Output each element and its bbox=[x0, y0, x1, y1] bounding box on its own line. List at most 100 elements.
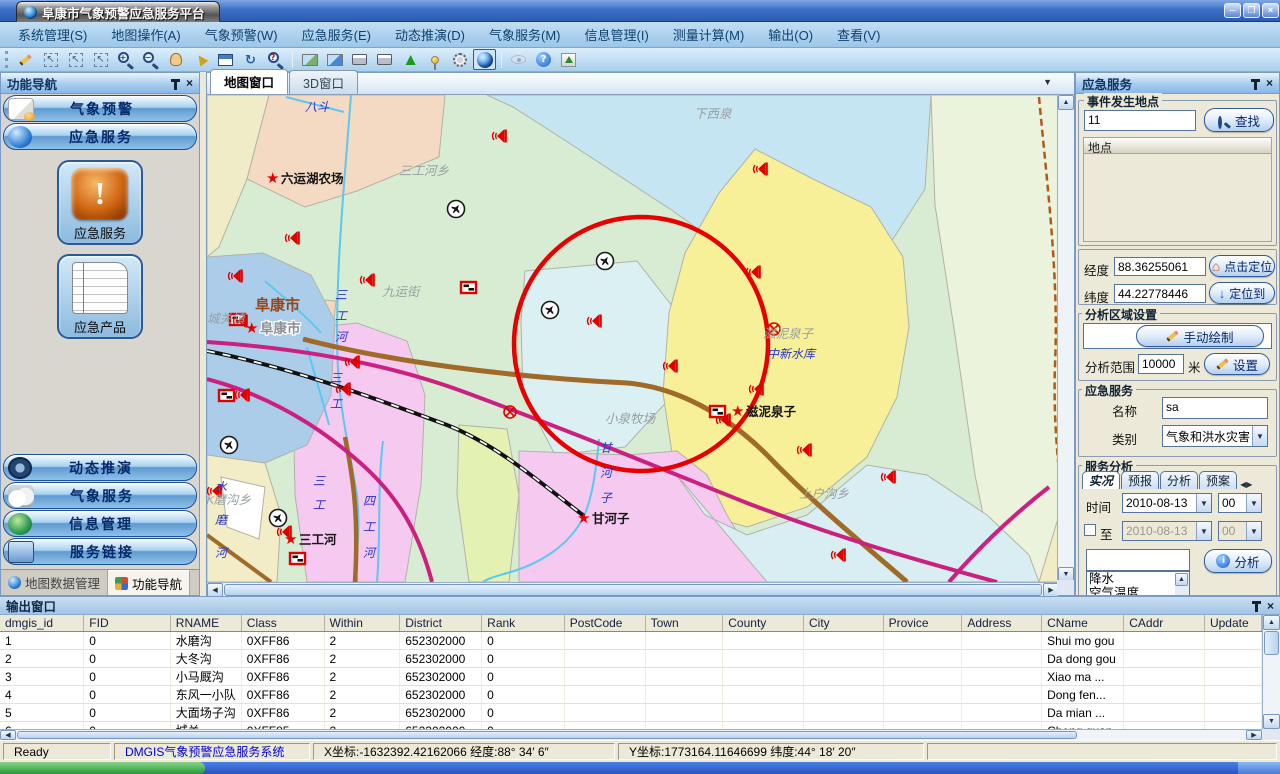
column-header-Update[interactable]: Update bbox=[1204, 615, 1261, 632]
settings-gear-icon[interactable] bbox=[448, 49, 471, 70]
element-list-scrollbar[interactable]: ▲ ▼ bbox=[1175, 573, 1189, 596]
menu-item-7[interactable]: 信息管理(I) bbox=[575, 22, 659, 47]
nav-item-bottom-2[interactable]: 气象服务 bbox=[3, 482, 197, 509]
panel-tab-1[interactable]: 地图数据管理 bbox=[1, 570, 108, 595]
select-polygon-icon[interactable]: ↖ bbox=[64, 49, 87, 70]
attribute-table[interactable]: dmgis_idFIDRNAMEClassWithinDistrictRankP… bbox=[0, 615, 1262, 729]
scroll-left-icon[interactable]: ◀ bbox=[207, 583, 223, 597]
scroll-thumb[interactable] bbox=[17, 731, 1077, 739]
analysis-tab-4[interactable]: 预案 bbox=[1199, 471, 1237, 489]
analyze-button[interactable]: i 分析 bbox=[1204, 549, 1272, 573]
analysis-tab-2[interactable]: 预报 bbox=[1121, 471, 1159, 489]
nav-item-top-2[interactable]: 应急服务 bbox=[3, 123, 197, 150]
chevron-down-icon[interactable]: ▼ bbox=[1246, 522, 1261, 540]
globe-3d-icon[interactable] bbox=[473, 49, 496, 70]
to-checkbox[interactable] bbox=[1084, 524, 1096, 536]
menu-item-8[interactable]: 测量计算(M) bbox=[663, 22, 755, 47]
close-icon[interactable]: × bbox=[186, 78, 193, 88]
close-button[interactable]: × bbox=[1262, 3, 1279, 18]
scroll-thumb[interactable] bbox=[224, 584, 1042, 596]
column-header-RNAME[interactable]: RNAME bbox=[170, 615, 241, 632]
column-header-Within[interactable]: Within bbox=[324, 615, 400, 632]
tab-scroll-arrows[interactable]: ◀▶ bbox=[1238, 477, 1252, 489]
scroll-down-icon[interactable]: ▼ bbox=[1263, 714, 1280, 729]
set-range-button[interactable]: 设置 bbox=[1204, 353, 1270, 375]
locate-click-button[interactable]: ⌂点击定位 bbox=[1209, 255, 1275, 277]
locate-to-button[interactable]: ↓定位到 bbox=[1209, 282, 1275, 304]
pin-icon[interactable] bbox=[171, 79, 180, 88]
chevron-down-icon[interactable]: ▼ bbox=[1246, 494, 1261, 512]
map-vertical-scrollbar[interactable]: ▲ ▼ bbox=[1057, 95, 1074, 582]
print-icon[interactable] bbox=[348, 49, 371, 70]
maximize-button[interactable]: ❐ bbox=[1243, 3, 1260, 18]
measure-pencil-icon[interactable] bbox=[14, 49, 37, 70]
type-select[interactable]: 气象和洪水灾害▼ bbox=[1162, 425, 1268, 447]
select-rect-icon[interactable]: ↖ bbox=[39, 49, 62, 70]
pin-icon[interactable] bbox=[1252, 601, 1261, 610]
zoom-out-icon[interactable]: − bbox=[139, 49, 162, 70]
column-header-City[interactable]: City bbox=[803, 615, 883, 632]
panel-tab-2[interactable]: 功能导航 bbox=[108, 570, 190, 595]
scroll-thumb[interactable] bbox=[1264, 631, 1279, 655]
map-tab-1[interactable]: 地图窗口 bbox=[210, 69, 288, 94]
longitude-input[interactable]: 88.36255061 bbox=[1114, 257, 1206, 276]
column-header-FID[interactable]: FID bbox=[84, 615, 171, 632]
help-icon[interactable]: ? bbox=[532, 49, 555, 70]
column-header-District[interactable]: District bbox=[400, 615, 482, 632]
zoom-query-icon[interactable]: ? bbox=[264, 49, 287, 70]
scroll-up-icon[interactable]: ▲ bbox=[1058, 95, 1074, 110]
chevron-down-icon[interactable]: ▼ bbox=[1196, 522, 1211, 540]
eye-icon[interactable] bbox=[507, 49, 530, 70]
table-row[interactable]: 40东风一小队0XFF8626523020000Dong fen... bbox=[0, 686, 1262, 704]
place-list[interactable] bbox=[1083, 154, 1272, 242]
shortcut-1[interactable]: 应急服务 bbox=[57, 160, 143, 245]
column-header-Town[interactable]: Town bbox=[645, 615, 723, 632]
date-select[interactable]: 2010-08-13▼ bbox=[1122, 493, 1212, 513]
column-header-CAddr[interactable]: CAddr bbox=[1124, 615, 1205, 632]
chevron-down-icon[interactable]: ▼ bbox=[1252, 426, 1267, 446]
latitude-input[interactable]: 44.22778446 bbox=[1114, 284, 1206, 303]
scroll-up-icon[interactable]: ▲ bbox=[1175, 573, 1188, 586]
pointer-arrow-icon[interactable]: ▶ bbox=[189, 49, 212, 70]
nav-item-top-1[interactable]: 气象预警 bbox=[3, 95, 197, 122]
full-extent-icon[interactable] bbox=[214, 49, 237, 70]
toolbar-grip[interactable] bbox=[5, 51, 9, 68]
close-icon[interactable]: × bbox=[1266, 78, 1273, 88]
map-canvas[interactable]: ★★★★★ 六运湖农场阜康市滋泥泉子三工河甘河子三工河乡下西泉九运街城关镇滋泥泉… bbox=[207, 95, 1059, 582]
pan-hand-icon[interactable] bbox=[164, 49, 187, 70]
refresh-icon[interactable]: ↻ bbox=[239, 49, 262, 70]
name-input[interactable]: sa bbox=[1162, 397, 1268, 419]
column-header-PostCode[interactable]: PostCode bbox=[564, 615, 645, 632]
map-horizontal-scrollbar[interactable]: ◀ ▶ bbox=[207, 582, 1059, 597]
image-view-icon[interactable] bbox=[298, 49, 321, 70]
nav-item-bottom-1[interactable]: 动态推演 bbox=[3, 454, 197, 481]
scroll-right-icon[interactable]: ▶ bbox=[1246, 730, 1262, 740]
menu-item-9[interactable]: 输出(O) bbox=[758, 22, 823, 47]
scroll-left-icon[interactable]: ◀ bbox=[0, 730, 16, 740]
menu-item-5[interactable]: 动态推演(D) bbox=[385, 22, 475, 47]
column-header-CName[interactable]: CName bbox=[1042, 615, 1124, 632]
select-free-icon[interactable]: ↖ bbox=[89, 49, 112, 70]
minimize-button[interactable]: ─ bbox=[1224, 3, 1241, 18]
chevron-down-icon[interactable]: ▼ bbox=[1196, 494, 1211, 512]
chevron-down-icon[interactable]: ▼ bbox=[1043, 77, 1052, 87]
column-header-Address[interactable]: Address bbox=[962, 615, 1042, 632]
analysis-tab-3[interactable]: 分析 bbox=[1160, 471, 1198, 489]
map-image-icon[interactable] bbox=[323, 49, 346, 70]
column-header-Provice[interactable]: Provice bbox=[883, 615, 962, 632]
column-header-County[interactable]: County bbox=[723, 615, 804, 632]
pin-info-icon[interactable] bbox=[423, 49, 446, 70]
column-header-Class[interactable]: Class bbox=[241, 615, 324, 632]
column-header-dmgis_id[interactable]: dmgis_id bbox=[0, 615, 84, 632]
menu-item-3[interactable]: 气象预警(W) bbox=[195, 22, 288, 47]
output-vertical-scrollbar[interactable]: ▲ ▼ bbox=[1262, 615, 1280, 729]
column-header-Rank[interactable]: Rank bbox=[482, 615, 565, 632]
to-date-select[interactable]: 2010-08-13▼ bbox=[1122, 521, 1212, 541]
search-button[interactable]: 查找 bbox=[1204, 108, 1274, 132]
element-combo[interactable] bbox=[1086, 549, 1190, 571]
menu-item-1[interactable]: 系统管理(S) bbox=[8, 22, 97, 47]
place-list-header[interactable]: 地点 bbox=[1083, 137, 1272, 154]
menu-item-6[interactable]: 气象服务(M) bbox=[479, 22, 571, 47]
scroll-up-icon[interactable]: ▲ bbox=[1263, 615, 1280, 630]
hour-select[interactable]: 00▼ bbox=[1218, 493, 1262, 513]
